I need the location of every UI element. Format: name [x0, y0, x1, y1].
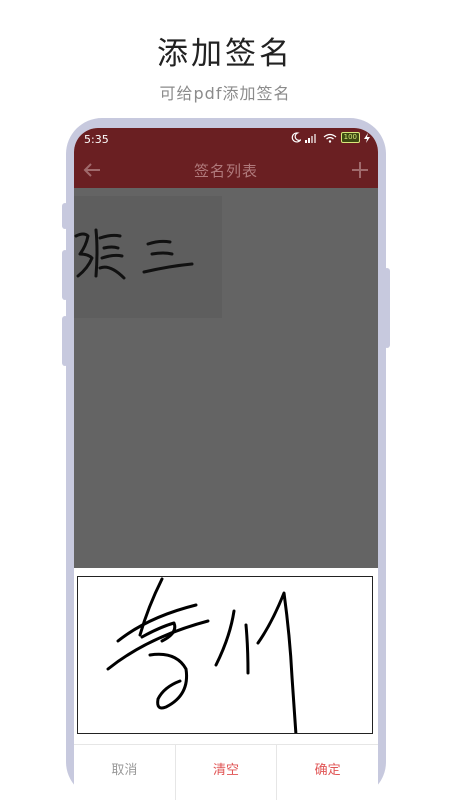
action-bar: 取消 清空 确定: [74, 744, 378, 800]
battery-icon: 100: [340, 132, 360, 143]
phone-power-button: [384, 268, 390, 348]
moon-icon: [291, 132, 301, 143]
signature-list: [74, 188, 378, 568]
promo-subtitle: 可给pdf添加签名: [159, 84, 291, 103]
signature-pad[interactable]: [77, 576, 373, 737]
signature-pad-panel: 取消 清空 确定: [74, 568, 378, 800]
charging-icon: [364, 132, 370, 143]
phone-side-button: [62, 316, 68, 366]
confirm-button[interactable]: 确定: [277, 745, 378, 800]
app-bar: 签名列表: [74, 152, 378, 188]
status-bar: 5:35 100: [74, 128, 378, 152]
promo-title: 添加签名: [157, 36, 293, 72]
status-time: 5:35: [84, 133, 109, 146]
saved-signature-image: [74, 228, 194, 280]
signal-icon: [304, 133, 316, 143]
page-title: 签名列表: [193, 162, 258, 180]
phone-side-button: [62, 250, 68, 300]
plus-icon[interactable]: [348, 158, 372, 182]
wifi-icon: [323, 133, 337, 143]
phone-volume-button: [62, 203, 68, 229]
clear-button[interactable]: 清空: [176, 745, 278, 800]
status-icons: 100: [291, 132, 370, 143]
signature-list-item[interactable]: [74, 196, 222, 318]
phone-screen: 5:35 100 签名列表 取消 清空 确定: [74, 128, 378, 800]
handwritten-signature: [106, 577, 298, 737]
cancel-button[interactable]: 取消: [74, 745, 176, 800]
promo-page: 添加签名 可给pdf添加签名 5:35 100 签名列表 取消 清空 确定: [0, 0, 450, 800]
